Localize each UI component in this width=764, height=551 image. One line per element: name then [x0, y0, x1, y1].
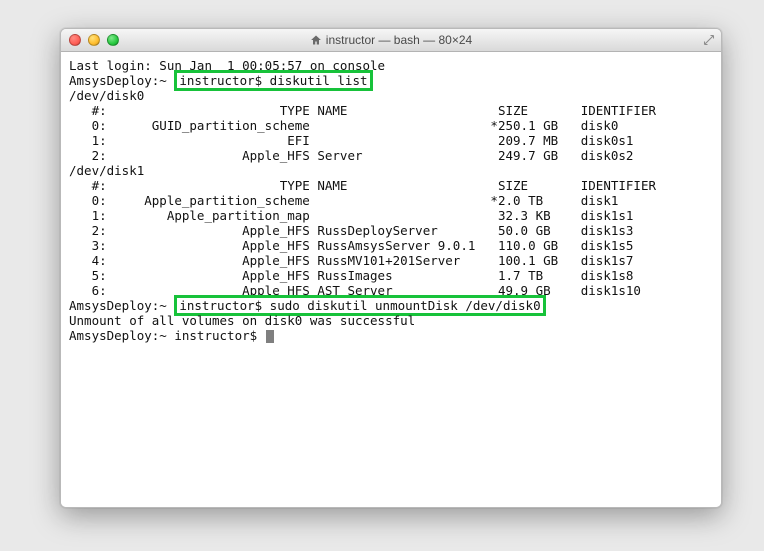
unmount-result: Unmount of all volumes on disk0 was succ… — [69, 313, 415, 328]
minimize-icon[interactable] — [88, 34, 100, 46]
close-icon[interactable] — [69, 34, 81, 46]
disk1-header: /dev/disk1 — [69, 163, 144, 178]
terminal-content[interactable]: Last login: Sun Jan 1 00:05:57 on consol… — [61, 52, 721, 507]
fullscreen-icon[interactable] — [703, 34, 715, 46]
prompt-final: AmsysDeploy:~ instructor$ — [69, 328, 265, 343]
home-icon — [310, 34, 322, 46]
table-row: 1: Apple_partition_map 32.3 KB disk1s1 — [69, 208, 633, 223]
window-titlebar[interactable]: instructor — bash — 80×24 — [61, 29, 721, 52]
table-row: 4: Apple_HFS RussMV101+201Server 100.1 G… — [69, 253, 633, 268]
highlight-cmd-1: instructor$ diskutil list — [174, 70, 372, 91]
prompt-host: AmsysDeploy:~ — [69, 73, 174, 88]
cursor-icon — [266, 330, 274, 343]
window-title: instructor — bash — 80×24 — [326, 33, 472, 47]
prompt-host: AmsysDeploy:~ — [69, 298, 174, 313]
table-row: 5: Apple_HFS RussImages 1.7 TB disk1s8 — [69, 268, 633, 283]
zoom-icon[interactable] — [107, 34, 119, 46]
table-row: 1: EFI 209.7 MB disk0s1 — [69, 133, 633, 148]
column-header: #: TYPE NAME SIZE IDENTIFIER — [69, 103, 656, 118]
table-row: 2: Apple_HFS RussDeployServer 50.0 GB di… — [69, 223, 633, 238]
window-traffic-lights — [61, 34, 119, 46]
table-row: 3: Apple_HFS RussAmsysServer 9.0.1 110.0… — [69, 238, 633, 253]
column-header: #: TYPE NAME SIZE IDENTIFIER — [69, 178, 656, 193]
table-row: 0: Apple_partition_scheme *2.0 TB disk1 — [69, 193, 618, 208]
disk0-header: /dev/disk0 — [69, 88, 144, 103]
terminal-window: instructor — bash — 80×24 Last login: Su… — [60, 28, 722, 508]
table-row: 0: GUID_partition_scheme *250.1 GB disk0 — [69, 118, 618, 133]
table-row: 2: Apple_HFS Server 249.7 GB disk0s2 — [69, 148, 633, 163]
